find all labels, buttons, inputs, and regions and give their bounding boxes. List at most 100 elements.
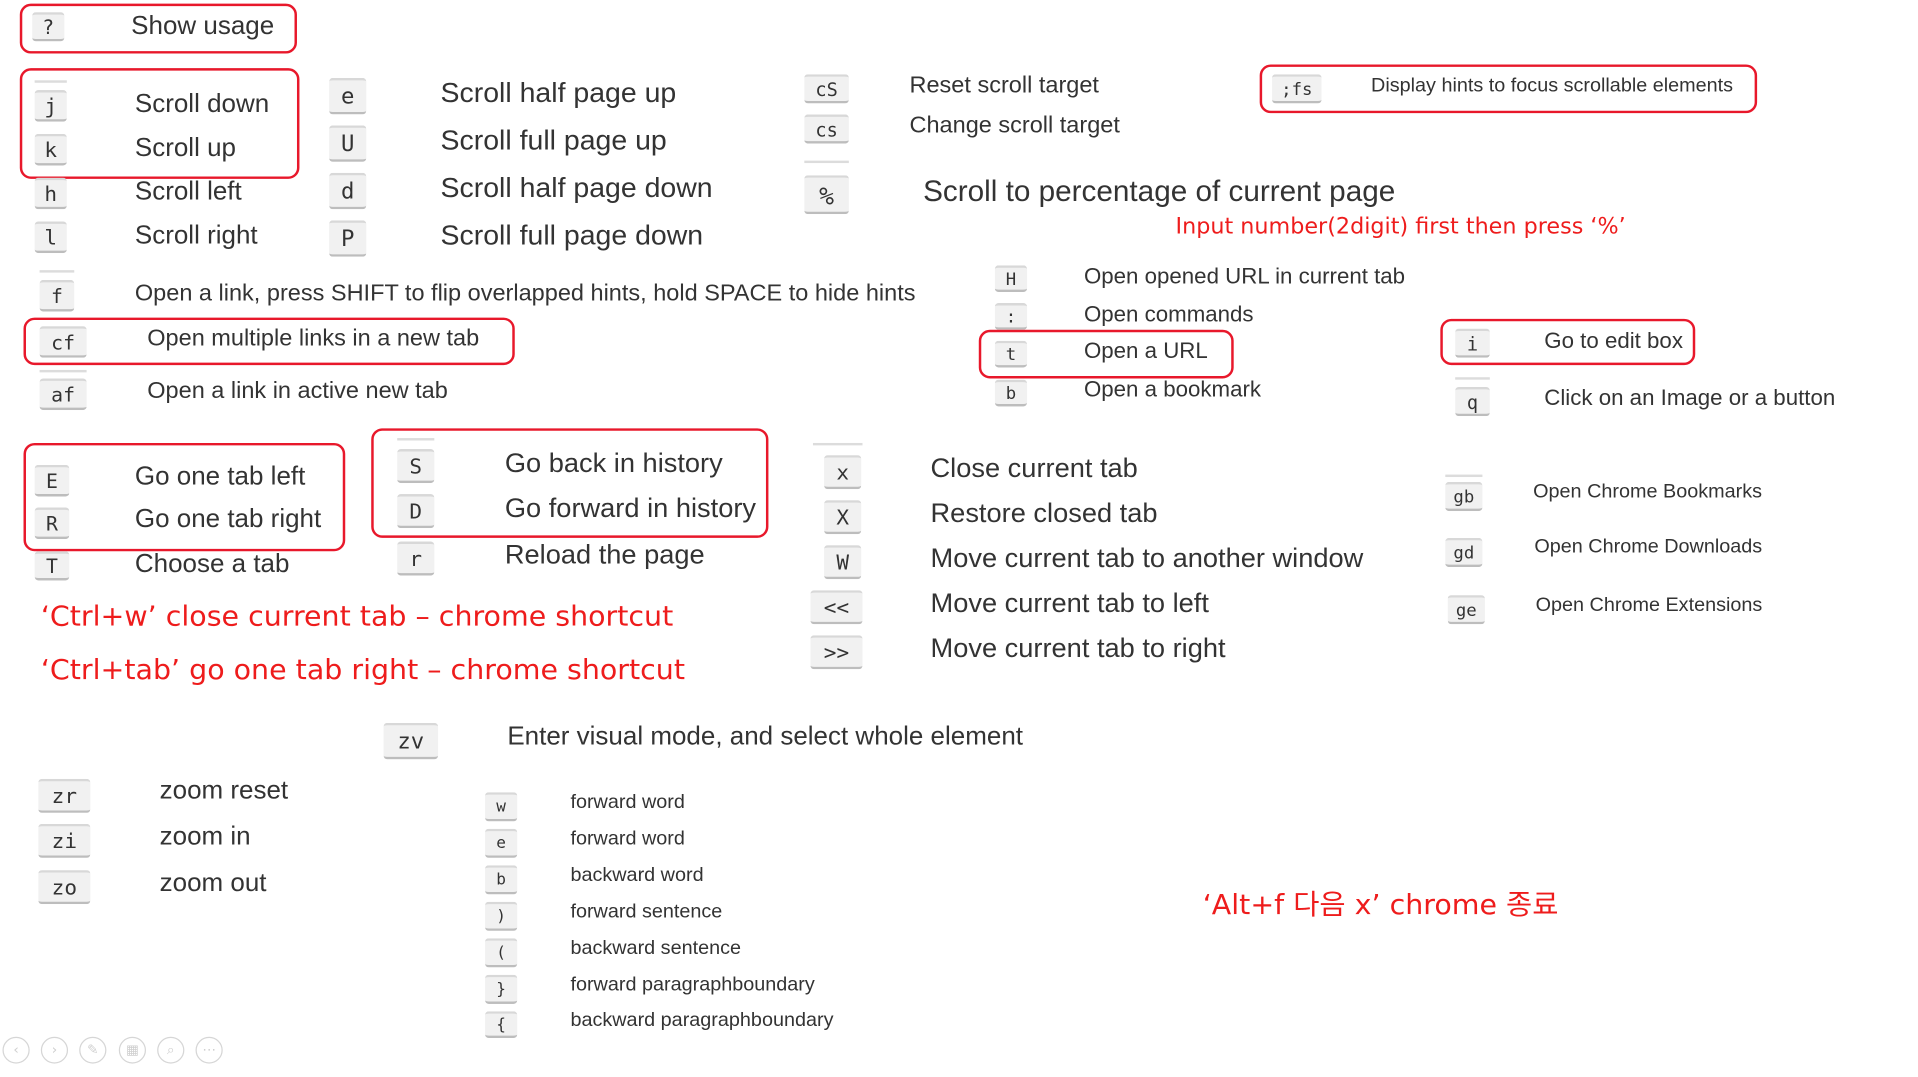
note-ctrl-tab: ‘Ctrl+tab’ go one tab right – chrome sho…: [40, 654, 685, 687]
key-scroll-up: k: [34, 133, 67, 166]
key-move-window: W: [824, 545, 862, 580]
key-zoom-in: zi: [38, 823, 91, 858]
label-chrome-downloads: Open Chrome Downloads: [1534, 536, 1763, 558]
label-visual-motion: backward word: [570, 865, 704, 886]
label-image-button: Click on an Image or a button: [1544, 385, 1836, 411]
left-arrow-icon[interactable]: ‹: [2, 1036, 30, 1064]
key-move-right: >>: [810, 635, 863, 670]
key-visual-motion: }: [485, 974, 518, 1004]
key-tick: [804, 160, 849, 164]
label-chrome-extensions: Open Chrome Extensions: [1535, 595, 1763, 616]
label-visual-motion: backward paragraphboundary: [570, 1010, 834, 1031]
label-half-page-down: Scroll half page down: [440, 171, 713, 204]
magnifier-icon[interactable]: ⌕: [157, 1036, 185, 1064]
key-open-commands: :: [994, 303, 1028, 330]
key-tick: [1455, 377, 1490, 380]
key-half-page-up: e: [329, 77, 367, 115]
label-tab-right: Go one tab right: [134, 505, 322, 534]
key-chrome-extensions: ge: [1447, 595, 1485, 625]
label-chrome-bookmarks: Open Chrome Bookmarks: [1533, 481, 1763, 503]
key-multiple-links: cf: [39, 326, 87, 358]
label-scroll-up: Scroll up: [134, 133, 236, 162]
label-visual-motion: forward word: [570, 828, 685, 850]
label-restore-tab: Restore closed tab: [930, 497, 1158, 529]
label-visual-motion: forward word: [570, 792, 685, 813]
label-multiple-links: Open multiple links in a new tab: [147, 326, 480, 352]
key-zoom-reset: zr: [38, 778, 91, 813]
note-alt-f: ‘Alt+f 다음 x’ chrome 종료: [1202, 889, 1559, 922]
label-move-right: Move current tab to right: [930, 632, 1226, 664]
label-change-scroll-target: Change scroll target: [909, 113, 1120, 139]
label-history-forward: Go forward in history: [504, 492, 757, 524]
key-half-page-down: d: [329, 172, 367, 210]
label-zoom-in: zoom in: [159, 822, 251, 851]
key-restore-tab: X: [824, 500, 862, 535]
key-close-tab: x: [824, 455, 862, 490]
key-open-url: t: [994, 340, 1028, 368]
key-tick: [39, 270, 75, 273]
key-opened-url: H: [994, 265, 1028, 293]
key-open-bookmark: b: [994, 379, 1028, 407]
label-open-url: Open a URL: [1083, 338, 1208, 363]
key-visual-motion: ): [485, 901, 518, 931]
key-chrome-bookmarks: gb: [1445, 481, 1483, 512]
key-tick: [1445, 474, 1483, 478]
label-visual-element: Enter visual mode, and select whole elem…: [507, 722, 1024, 751]
key-tick: [39, 369, 87, 373]
key-move-left: <<: [810, 590, 863, 625]
label-choose-tab: Choose a tab: [134, 550, 290, 579]
label-open-bookmark: Open a bookmark: [1083, 377, 1262, 402]
key-tab-right: R: [34, 507, 70, 540]
key-image-button: q: [1455, 386, 1490, 417]
slideshow-controls: ‹ › ✎ ▦ ⌕ ⋯: [2, 1036, 230, 1069]
key-visual-element: zv: [383, 722, 439, 760]
key-full-page-down: P: [329, 220, 367, 257]
key-scroll-left: h: [34, 177, 67, 210]
key-scroll-percentage: %: [804, 175, 849, 215]
label-opened-url: Open opened URL in current tab: [1083, 264, 1406, 289]
label-scroll-percentage: Scroll to percentage of current page: [923, 175, 1396, 209]
key-scroll-right: l: [34, 221, 67, 254]
more-icon[interactable]: ⋯: [195, 1036, 223, 1064]
label-show-usage: Show usage: [131, 12, 275, 41]
key-full-page-up: U: [329, 125, 367, 162]
label-full-page-down: Scroll full page down: [440, 219, 704, 251]
right-arrow-icon[interactable]: ›: [40, 1036, 69, 1064]
label-scroll-right: Scroll right: [134, 221, 258, 250]
label-move-window: Move current tab to another window: [930, 542, 1364, 574]
label-scrollable-hints: Display hints to focus scrollable elemen…: [1371, 75, 1734, 97]
label-scroll-left: Scroll left: [134, 177, 242, 206]
key-visual-motion: e: [485, 828, 518, 858]
key-scrollable-hints: ;fs: [1272, 74, 1322, 104]
key-history-forward: D: [397, 494, 435, 529]
key-visual-motion: {: [485, 1011, 518, 1039]
label-visual-motion: backward sentence: [570, 938, 742, 959]
shortcut-slide: ? Show usage j Scroll down k Scroll up h…: [0, 0, 1918, 1077]
key-tab-left: E: [34, 464, 70, 497]
label-move-left: Move current tab to left: [930, 587, 1209, 619]
key-history-back: S: [397, 449, 435, 484]
label-history-back: Go back in history: [504, 447, 723, 479]
note-percentage-input: Input number(2digit) first then press ‘%…: [1175, 214, 1626, 240]
key-visual-motion: w: [485, 792, 518, 822]
key-visual-motion: (: [485, 938, 518, 968]
key-edit-box: i: [1455, 328, 1490, 358]
label-reload: Reload the page: [504, 539, 705, 570]
label-half-page-up: Scroll half page up: [440, 76, 677, 109]
label-open-commands: Open commands: [1083, 301, 1254, 327]
pen-icon[interactable]: ✎: [79, 1036, 107, 1064]
label-close-tab: Close current tab: [930, 452, 1138, 484]
label-active-new-tab: Open a link in active new tab: [147, 378, 448, 405]
key-zoom-out: zo: [38, 870, 91, 905]
label-visual-motion: forward paragraphboundary: [570, 974, 815, 996]
label-zoom-reset: zoom reset: [159, 776, 289, 805]
key-choose-tab: T: [34, 551, 70, 581]
key-tick: [34, 80, 67, 83]
key-tick: [397, 438, 435, 441]
label-reset-scroll-target: Reset scroll target: [909, 73, 1099, 99]
key-active-new-tab: af: [39, 378, 87, 411]
highlight-tab-left-right: [23, 442, 346, 552]
label-zoom-out: zoom out: [159, 868, 267, 897]
label-tab-left: Go one tab left: [134, 462, 306, 491]
slides-grid-icon[interactable]: ▦: [118, 1036, 147, 1064]
